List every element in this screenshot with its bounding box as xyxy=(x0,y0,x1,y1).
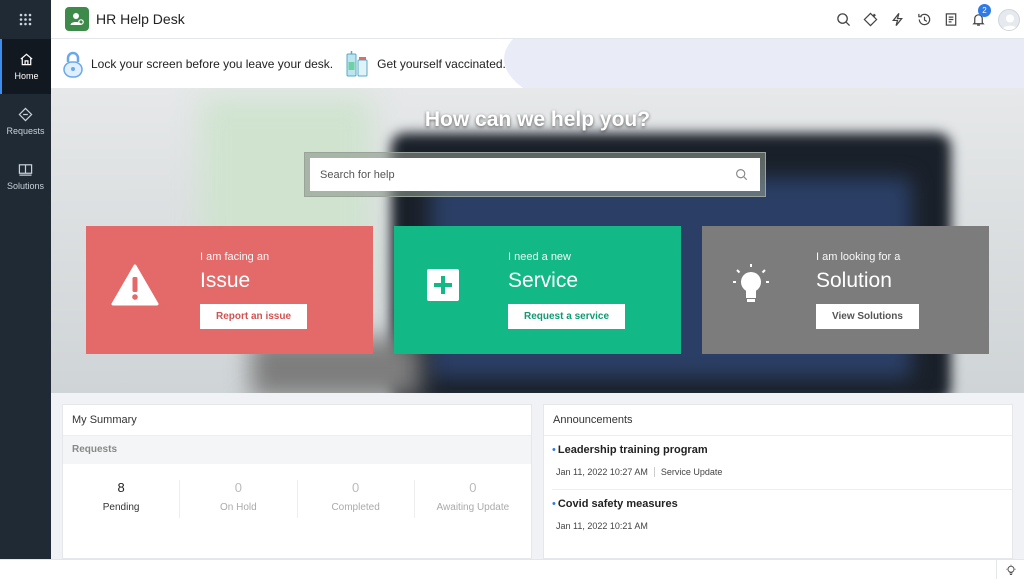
app-switcher-button[interactable] xyxy=(0,0,51,39)
message-lock-screen: Lock your screen before you leave your d… xyxy=(63,50,333,78)
service-card-title: Service xyxy=(508,269,579,292)
request-service-button[interactable]: Request a service xyxy=(508,304,626,329)
announcement-title[interactable]: Leadership training program xyxy=(558,444,708,456)
message-vaccine: Get yourself vaccinated. xyxy=(345,50,506,78)
stat-completed[interactable]: 0 Completed xyxy=(298,480,415,518)
stat-label: Completed xyxy=(331,502,380,513)
warning-icon xyxy=(110,260,160,310)
meta-divider xyxy=(653,467,655,477)
announcement-item[interactable]: • Leadership training program Jan 11, 202… xyxy=(544,436,1012,490)
lightbulb-icon xyxy=(1006,564,1015,575)
request-stats: 8 Pending 0 On Hold 0 Completed 0 Awaiti… xyxy=(63,480,531,518)
message-vaccine-text: Get yourself vaccinated. xyxy=(377,56,506,71)
history-button[interactable] xyxy=(911,0,938,39)
stat-label: Awaiting Update xyxy=(436,502,510,513)
stat-value: 0 xyxy=(352,480,360,495)
lightning-icon xyxy=(892,13,903,26)
grid-icon xyxy=(19,13,32,26)
left-rail: Home Requests Solutions xyxy=(0,0,51,559)
notes-button[interactable] xyxy=(938,0,965,39)
solution-card[interactable]: I am looking for a Solution View Solutio… xyxy=(702,226,989,354)
issue-card[interactable]: I am facing an Issue Report an issue xyxy=(86,226,373,354)
stat-pending[interactable]: 8 Pending xyxy=(63,480,181,518)
issue-card-title: Issue xyxy=(200,269,251,292)
history-icon xyxy=(918,13,931,26)
search-icon[interactable] xyxy=(735,168,748,181)
bullet-icon: • xyxy=(552,498,556,510)
hr-logo-icon xyxy=(70,13,84,25)
quick-create-button[interactable] xyxy=(857,0,884,39)
requests-icon xyxy=(18,107,33,122)
decorative-blob xyxy=(504,39,1024,88)
solution-card-title: Solution xyxy=(816,269,892,292)
top-bar: HR Help Desk 2 xyxy=(51,0,1024,39)
vaccine-icon xyxy=(346,50,368,76)
summary-panel: My Summary Requests 8 Pending 0 On Hold … xyxy=(62,404,532,559)
bullet-icon: • xyxy=(552,444,556,456)
service-card-intro: I need a new xyxy=(508,251,571,263)
app-title: HR Help Desk xyxy=(96,11,185,27)
user-icon xyxy=(1002,14,1018,30)
summary-section-title: Requests xyxy=(63,436,531,464)
home-icon xyxy=(20,53,33,66)
announcement-item[interactable]: • Covid safety measures Jan 11, 2022 10:2… xyxy=(544,490,1012,531)
plus-icon xyxy=(418,260,468,310)
announcement-date: Jan 11, 2022 10:21 AM xyxy=(556,521,648,531)
search-box xyxy=(310,158,760,191)
nav-home[interactable]: Home xyxy=(0,39,51,94)
nav-requests[interactable]: Requests xyxy=(0,94,51,149)
solution-card-intro: I am looking for a xyxy=(816,251,901,263)
notification-badge: 2 xyxy=(978,4,991,17)
announcement-tag: Service Update xyxy=(660,467,723,477)
nav-solutions[interactable]: Solutions xyxy=(0,149,51,204)
notes-icon xyxy=(945,13,957,26)
issue-card-intro: I am facing an xyxy=(200,251,270,263)
stat-label: Pending xyxy=(102,502,140,513)
hero-title: How can we help you? xyxy=(424,108,651,131)
sparkle-icon xyxy=(863,12,878,27)
announcements-title: Announcements xyxy=(544,405,1012,436)
service-card[interactable]: I need a new Service Request a service xyxy=(394,226,681,354)
solutions-icon xyxy=(18,164,33,176)
stat-label: On Hold xyxy=(220,502,257,513)
message-lock-text: Lock your screen before you leave your d… xyxy=(91,56,334,71)
lock-icon xyxy=(63,51,83,78)
announcement-date: Jan 11, 2022 10:27 AM xyxy=(556,467,648,477)
nav-solutions-label: Solutions xyxy=(6,181,45,191)
footer-bar xyxy=(0,559,1024,579)
user-avatar[interactable] xyxy=(998,8,1020,31)
tips-button[interactable] xyxy=(996,560,1024,579)
announcements-panel: Announcements • Leadership training progr… xyxy=(543,404,1013,559)
notifications-button[interactable]: 2 xyxy=(965,0,992,39)
hero-section: How can we help you? I am facing an Issu… xyxy=(51,88,1024,393)
app-logo xyxy=(65,7,89,31)
summary-title: My Summary xyxy=(63,405,531,436)
help-search-input[interactable] xyxy=(320,168,700,181)
nav-home-label: Home xyxy=(14,71,39,81)
report-issue-button[interactable]: Report an issue xyxy=(200,304,308,329)
nav-requests-label: Requests xyxy=(6,126,45,136)
stat-value: 0 xyxy=(234,480,242,495)
search-container xyxy=(304,152,766,197)
announcement-title[interactable]: Covid safety measures xyxy=(558,498,678,510)
shortcuts-button[interactable] xyxy=(884,0,911,39)
view-solutions-button[interactable]: View Solutions xyxy=(816,304,919,329)
search-button[interactable] xyxy=(830,0,857,39)
stat-value: 0 xyxy=(469,480,477,495)
lightbulb-icon xyxy=(726,260,776,310)
stat-value: 8 xyxy=(117,480,125,495)
search-icon xyxy=(837,13,851,27)
stat-on-hold[interactable]: 0 On Hold xyxy=(180,480,298,518)
stat-awaiting-update[interactable]: 0 Awaiting Update xyxy=(415,480,531,518)
message-strip: Lock your screen before you leave your d… xyxy=(51,39,1024,88)
